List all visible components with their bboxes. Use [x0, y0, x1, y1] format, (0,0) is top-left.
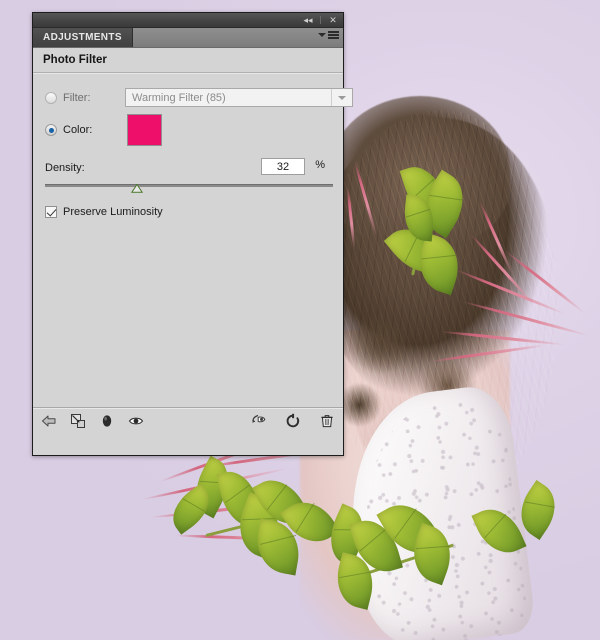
filter-label: Filter:: [63, 92, 91, 104]
footer-right-icons: [251, 413, 335, 429]
color-label: Color:: [63, 124, 93, 136]
adjustments-panel[interactable]: ◂◂ ✕ ADJUSTMENTS Photo Filter Filter: Wa…: [32, 12, 353, 456]
triangle-handle-icon: [131, 183, 144, 193]
filter-option-row[interactable]: Filter:: [45, 92, 91, 104]
screenshot-root: ◂◂ ✕ ADJUSTMENTS Photo Filter Filter: Wa…: [0, 0, 600, 640]
color-swatch[interactable]: [127, 114, 162, 146]
hamburger-icon: [328, 31, 339, 39]
footer-left-icons: [41, 413, 144, 429]
density-unit: %: [315, 159, 325, 171]
return-to-adjustment-list-icon[interactable]: [41, 413, 57, 429]
dropdown-arrow-box[interactable]: [331, 89, 352, 106]
color-option-row[interactable]: Color:: [45, 124, 92, 136]
density-input[interactable]: 32: [261, 158, 305, 175]
filter-preset-dropdown[interactable]: Warming Filter (85): [125, 88, 353, 107]
close-icon[interactable]: ✕: [327, 15, 339, 26]
density-slider-track[interactable]: [45, 184, 333, 187]
panel-body: Filter: Warming Filter (85) Color: Densi…: [33, 74, 353, 433]
adjustment-title: Photo Filter: [33, 48, 343, 72]
adjustment-title-label: Photo Filter: [43, 54, 107, 66]
clip-to-layer-icon[interactable]: [70, 413, 86, 429]
preview-previous-state-icon[interactable]: [251, 413, 267, 429]
color-radio[interactable]: [45, 124, 57, 136]
delete-adjustment-layer-icon[interactable]: [319, 413, 335, 429]
reset-adjustment-icon[interactable]: [285, 413, 301, 429]
preserve-luminosity-row[interactable]: Preserve Luminosity: [45, 206, 163, 218]
preserve-luminosity-label: Preserve Luminosity: [63, 206, 163, 218]
panel-titlebar[interactable]: ◂◂ ✕: [33, 13, 343, 28]
collapse-to-icons-icon[interactable]: ◂◂: [302, 15, 314, 26]
titlebar-separator: [320, 16, 321, 24]
filter-radio[interactable]: [45, 92, 57, 104]
panel-footer-toolbar[interactable]: [33, 407, 343, 433]
panel-menu-icon[interactable]: [318, 31, 339, 39]
density-slider-thumb[interactable]: [131, 183, 144, 193]
density-row: Density: 32 %: [45, 158, 333, 175]
preserve-luminosity-checkbox[interactable]: [45, 206, 57, 218]
panel-tabbar[interactable]: ADJUSTMENTS: [33, 28, 343, 48]
tab-adjustments[interactable]: ADJUSTMENTS: [33, 28, 133, 47]
chevron-down-icon: [338, 95, 346, 100]
eye-visibility-icon[interactable]: [128, 413, 144, 429]
filter-preset-value: Warming Filter (85): [132, 91, 226, 104]
toggle-layer-visibility-mask-icon[interactable]: [99, 413, 115, 429]
density-label: Density:: [45, 162, 85, 174]
chevron-down-icon: [318, 32, 326, 37]
